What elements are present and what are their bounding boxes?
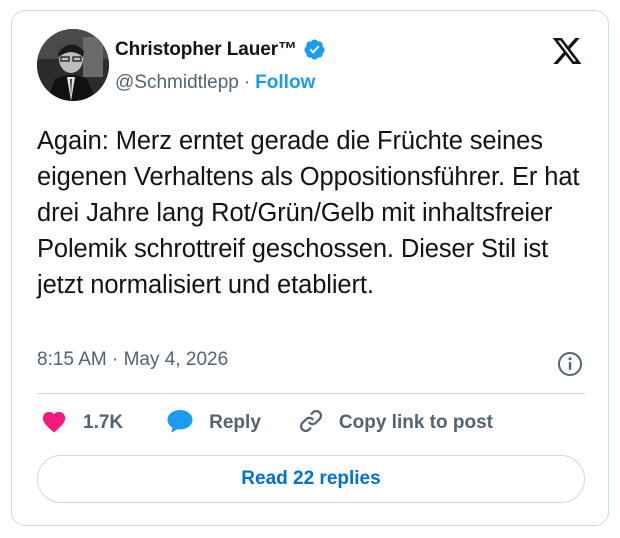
divider bbox=[37, 393, 585, 394]
avatar-photo bbox=[37, 29, 109, 101]
tweet-text: Again: Merz erntet gerade die Früchte se… bbox=[37, 127, 580, 299]
x-logo-icon[interactable] bbox=[551, 35, 583, 67]
read-replies-label: Read 22 replies bbox=[241, 468, 381, 489]
speech-bubble-icon bbox=[165, 407, 195, 440]
handle-separator: · bbox=[243, 72, 251, 93]
verified-badge-icon bbox=[303, 38, 326, 61]
like-button[interactable]: 1.7K bbox=[41, 409, 123, 438]
copy-link-label: Copy link to post bbox=[338, 412, 493, 433]
author-handle-row: @Schmidtlepp · Follow bbox=[115, 72, 315, 94]
action-bar: 1.7K Reply Copy link to post bbox=[37, 405, 493, 441]
heart-icon bbox=[41, 409, 67, 438]
tweet-timestamp[interactable]: 8:15 AM · May 4, 2026 bbox=[37, 349, 228, 371]
tweet-card: Christopher Lauer™ @Schmidtlepp · Follow… bbox=[11, 10, 609, 526]
info-icon[interactable] bbox=[557, 351, 583, 377]
read-replies-button[interactable]: Read 22 replies bbox=[37, 455, 585, 503]
like-count: 1.7K bbox=[83, 412, 124, 433]
follow-button[interactable]: Follow bbox=[255, 72, 315, 94]
reply-label: Reply bbox=[209, 412, 261, 433]
link-icon bbox=[297, 407, 325, 440]
author-handle[interactable]: @Schmidtlepp bbox=[115, 72, 239, 94]
author-name[interactable]: Christopher Lauer™ bbox=[115, 39, 297, 61]
copy-link-button[interactable]: Copy link to post bbox=[297, 407, 493, 440]
author-name-row: Christopher Lauer™ bbox=[115, 38, 326, 61]
reply-button[interactable]: Reply bbox=[165, 407, 261, 440]
avatar[interactable] bbox=[37, 29, 109, 101]
